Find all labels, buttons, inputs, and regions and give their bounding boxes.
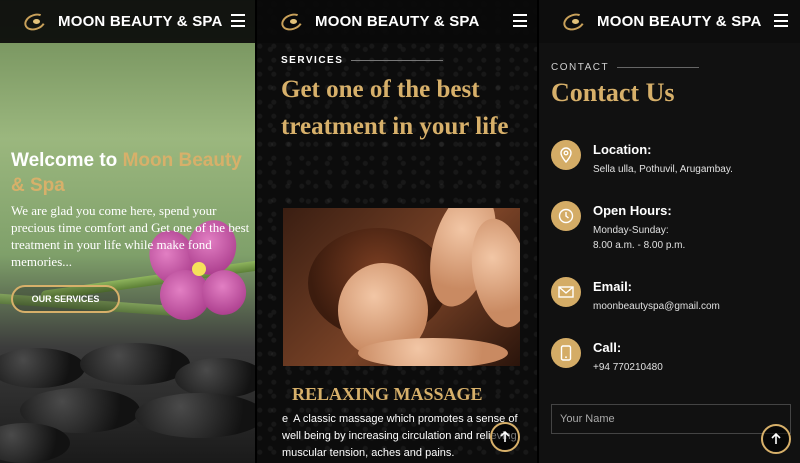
location-value: Sella ulla, Pothuvil, Arugambay. [593, 164, 733, 175]
hamburger-menu-icon[interactable] [513, 14, 527, 27]
email-heading: Email: [593, 279, 633, 294]
navbar: MOON BEAUTY & SPA [539, 0, 800, 43]
service-card-title: RELAXING MASSAGE [292, 384, 483, 404]
services-title: Get one of the best treatment in your li… [281, 76, 509, 140]
hours-times: 8.00 a.m. - 8.00 p.m. [593, 240, 686, 251]
contact-panel: MOON BEAUTY & SPA CONTACT Contact Us Loc… [539, 0, 800, 463]
moon-logo-icon[interactable] [560, 10, 589, 33]
call-value[interactable]: +94 770210480 [593, 360, 663, 375]
brand-name[interactable]: MOON BEAUTY & SPA [58, 13, 223, 30]
location-info: Location: Sella ulla, Pothuvil, Arugamba… [551, 140, 733, 177]
spa-stones-image [0, 343, 257, 463]
brand-name[interactable]: MOON BEAUTY & SPA [597, 13, 762, 30]
hero-text: Welcome to Moon Beauty & Spa We are glad… [11, 148, 251, 270]
services-section-label: SERVICES [281, 55, 444, 66]
brand-name[interactable]: MOON BEAUTY & SPA [315, 13, 480, 30]
arrow-up-icon [771, 433, 781, 444]
service-card-description: eA classic massage which promotes a sens… [282, 411, 525, 462]
arrow-up-icon [500, 431, 510, 442]
your-name-input[interactable] [551, 404, 791, 434]
home-panel: MOON BEAUTY & SPA Welcome to Moon Beauty… [0, 0, 257, 463]
our-services-button[interactable]: OUR SERVICES [11, 285, 120, 313]
scroll-to-top-button[interactable] [761, 424, 791, 454]
label-divider [351, 60, 444, 61]
call-heading: Call: [593, 340, 622, 355]
contact-section-label: CONTACT [551, 62, 700, 73]
hours-heading: Open Hours: [593, 203, 672, 218]
hero-description: We are glad you come here, spend your pr… [11, 203, 250, 269]
services-label-text: SERVICES [281, 55, 344, 66]
scroll-to-top-button[interactable] [490, 422, 520, 452]
hero-heading-prefix: Welcome to [11, 150, 118, 171]
service-card-bullet: e [282, 413, 289, 425]
service-card-text: A classic massage which promotes a sense… [282, 413, 518, 459]
email-value[interactable]: moonbeautyspa@gmail.com [593, 299, 720, 314]
call-info: Call: +94 770210480 [551, 338, 663, 375]
hamburger-menu-icon[interactable] [231, 14, 245, 27]
moon-logo-icon[interactable] [278, 10, 307, 33]
hours-days: Monday-Sunday: [593, 225, 669, 236]
label-divider [617, 67, 700, 68]
navbar: MOON BEAUTY & SPA [0, 0, 257, 43]
contact-label-text: CONTACT [551, 62, 610, 73]
relaxing-massage-image [283, 208, 520, 366]
clock-icon [551, 201, 581, 231]
services-panel: MOON BEAUTY & SPA SERVICES Get one of th… [257, 0, 539, 463]
envelope-icon [551, 277, 581, 307]
contact-title: Contact Us [551, 78, 675, 107]
phone-icon [551, 338, 581, 368]
hamburger-menu-icon[interactable] [774, 14, 788, 27]
location-pin-icon [551, 140, 581, 170]
email-info: Email: moonbeautyspa@gmail.com [551, 277, 720, 314]
hero-heading: Welcome to Moon Beauty & Spa [11, 148, 251, 198]
location-heading: Location: [593, 142, 652, 157]
navbar: MOON BEAUTY & SPA [257, 0, 539, 43]
hours-info: Open Hours: Monday-Sunday: 8.00 a.m. - 8… [551, 201, 685, 253]
moon-logo-icon[interactable] [21, 10, 50, 33]
